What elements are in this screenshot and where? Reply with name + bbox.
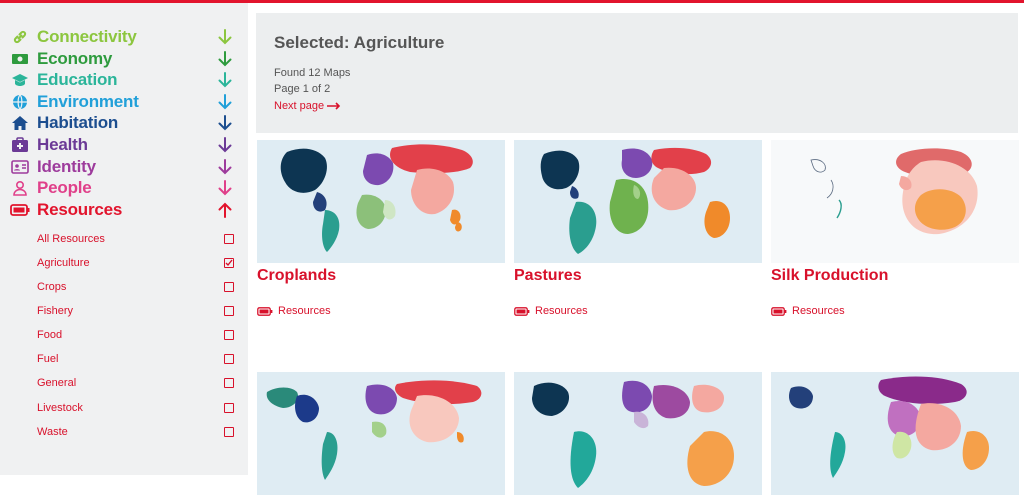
map-card[interactable] xyxy=(514,372,762,495)
filter-label: Fuel xyxy=(37,353,59,365)
main-content: Selected: Agriculture Found 12 Maps Page… xyxy=(248,3,1024,495)
category-tag[interactable]: Resources xyxy=(514,305,762,317)
filter-label: General xyxy=(37,377,77,389)
arrow-right-icon xyxy=(327,102,341,110)
category-connectivity[interactable]: Connectivity xyxy=(10,27,238,47)
results-header: Selected: Agriculture Found 12 Maps Page… xyxy=(256,13,1018,133)
filter-crops[interactable]: Crops xyxy=(37,278,234,296)
category-tag-label: Resources xyxy=(792,305,845,317)
arrow-down-icon[interactable] xyxy=(216,70,234,90)
arrow-down-icon[interactable] xyxy=(216,113,234,133)
map-title[interactable]: Pastures xyxy=(514,267,762,285)
graduation-cap-icon xyxy=(10,71,30,89)
page-indicator: Page 1 of 2 xyxy=(274,83,331,95)
medical-kit-icon xyxy=(10,136,30,154)
category-label: Environment xyxy=(37,92,139,111)
category-tag-label: Resources xyxy=(535,305,588,317)
category-identity[interactable]: Identity xyxy=(10,157,238,177)
filter-label: Food xyxy=(37,329,63,341)
id-card-icon xyxy=(10,158,30,176)
house-icon xyxy=(10,114,30,132)
map-card[interactable]: Silk Production Resources xyxy=(771,140,1019,317)
category-label: Economy xyxy=(37,49,113,68)
battery-icon xyxy=(514,306,530,316)
sidebar: Connectivity Economy Education Environme… xyxy=(0,3,248,475)
category-education[interactable]: Education xyxy=(10,70,238,90)
link-icon xyxy=(10,28,30,46)
filter-label: Waste xyxy=(37,426,68,438)
battery-icon xyxy=(771,306,787,316)
checkbox[interactable] xyxy=(224,403,234,413)
arrow-down-icon[interactable] xyxy=(216,135,234,155)
category-habitation[interactable]: Habitation xyxy=(10,113,238,133)
map-thumbnail[interactable] xyxy=(514,140,762,263)
checkbox[interactable] xyxy=(224,330,234,340)
arrow-down-icon[interactable] xyxy=(216,49,234,69)
filter-label: Agriculture xyxy=(37,257,90,269)
map-card[interactable]: Pastures Resources xyxy=(514,140,762,317)
category-resources[interactable]: Resources xyxy=(10,200,238,220)
category-label: Resources xyxy=(37,200,123,219)
filter-waste[interactable]: Waste xyxy=(37,423,234,441)
map-card[interactable] xyxy=(257,372,505,495)
results-count: Found 12 Maps xyxy=(274,67,351,79)
filter-label: Fishery xyxy=(37,305,74,317)
battery-icon xyxy=(10,201,30,219)
filter-fuel[interactable]: Fuel xyxy=(37,350,234,368)
filter-label: Livestock xyxy=(37,402,83,414)
page-title: Selected: Agriculture xyxy=(274,33,445,52)
category-tag[interactable]: Resources xyxy=(257,305,505,317)
checkbox[interactable] xyxy=(224,378,234,388)
category-label: Habitation xyxy=(37,113,119,132)
map-thumbnail[interactable] xyxy=(514,372,762,495)
filter-fishery[interactable]: Fishery xyxy=(37,302,234,320)
map-thumbnail[interactable] xyxy=(257,140,505,263)
map-title[interactable]: Croplands xyxy=(257,267,505,285)
checkbox[interactable] xyxy=(224,427,234,437)
category-economy[interactable]: Economy xyxy=(10,49,238,69)
person-icon xyxy=(10,179,30,197)
map-thumbnail[interactable] xyxy=(257,372,505,495)
arrow-down-icon[interactable] xyxy=(216,27,234,47)
globe-icon xyxy=(10,93,30,111)
category-label: Health xyxy=(37,135,88,154)
filter-livestock[interactable]: Livestock xyxy=(37,399,234,417)
checkmark-icon xyxy=(225,259,233,267)
map-thumbnail[interactable] xyxy=(771,372,1019,495)
next-page-label: Next page xyxy=(274,100,325,112)
arrow-up-icon[interactable] xyxy=(216,200,234,220)
map-card[interactable]: Croplands Resources xyxy=(257,140,505,317)
battery-icon xyxy=(257,306,273,316)
checkbox-checked[interactable] xyxy=(224,258,234,268)
map-card[interactable] xyxy=(771,372,1019,495)
category-label: People xyxy=(37,178,92,197)
checkbox[interactable] xyxy=(224,306,234,316)
checkbox[interactable] xyxy=(224,354,234,364)
category-tag[interactable]: Resources xyxy=(771,305,1019,317)
category-label: Identity xyxy=(37,157,96,176)
checkbox[interactable] xyxy=(224,234,234,244)
next-page-link[interactable]: Next page xyxy=(274,100,341,112)
map-title[interactable]: Silk Production xyxy=(771,267,1019,285)
category-environment[interactable]: Environment xyxy=(10,92,238,112)
filter-general[interactable]: General xyxy=(37,374,234,392)
category-tag-label: Resources xyxy=(278,305,331,317)
arrow-down-icon[interactable] xyxy=(216,92,234,112)
category-label: Connectivity xyxy=(37,27,137,46)
filter-all-resources[interactable]: All Resources xyxy=(37,230,234,248)
arrow-down-icon[interactable] xyxy=(216,178,234,198)
map-thumbnail[interactable] xyxy=(771,140,1019,263)
money-icon xyxy=(10,50,30,68)
arrow-down-icon[interactable] xyxy=(216,157,234,177)
filter-agriculture[interactable]: Agriculture xyxy=(37,254,234,272)
category-health[interactable]: Health xyxy=(10,135,238,155)
filter-food[interactable]: Food xyxy=(37,326,234,344)
checkbox[interactable] xyxy=(224,282,234,292)
filter-label: All Resources xyxy=(37,233,105,245)
category-label: Education xyxy=(37,70,118,89)
category-people[interactable]: People xyxy=(10,178,238,198)
filter-label: Crops xyxy=(37,281,67,293)
